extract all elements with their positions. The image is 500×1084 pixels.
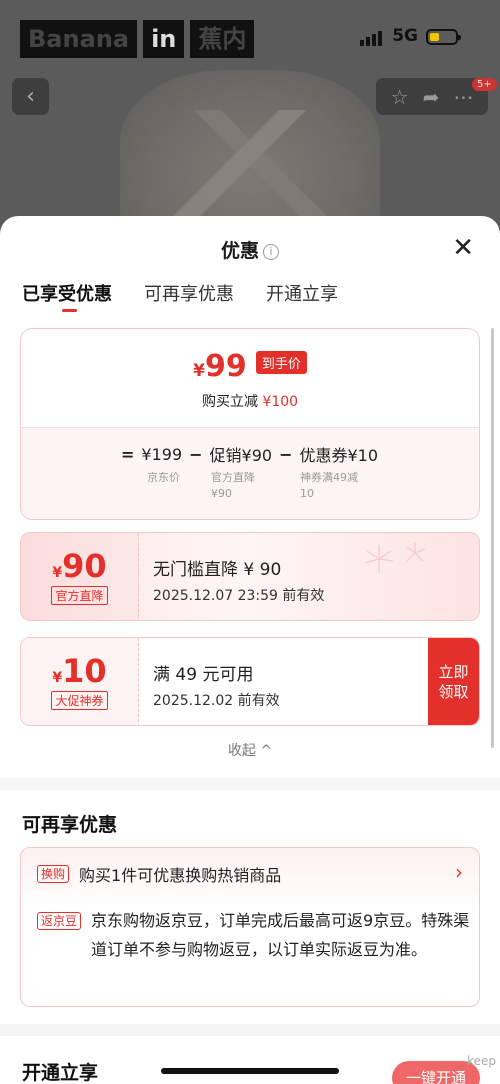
coupon-yen: ¥ (52, 565, 63, 581)
promo-discount: 促销¥90 (209, 446, 273, 465)
coupon-label: 神券满49减 10 (300, 471, 358, 500)
price-breakdown: = ¥199 − 促销¥90 − 优惠券¥10 京东价 官方直降 ¥90 神券满… (21, 427, 479, 519)
exchange-offer-text: 购买1件可优惠换购热销商品 (79, 866, 282, 885)
jingdou-offer-text: 京东购物返京豆，订单完成后最高可返9京豆。特殊渠道订单不参与购物返豆，以订单实际… (91, 911, 470, 959)
reduce-amount: ¥100 (262, 394, 299, 410)
final-price-tag: 到手价 (255, 351, 307, 374)
claim-coupon-button[interactable]: 立即 领取 (428, 638, 479, 725)
reduce-line: 购买立减 ¥100 (21, 391, 479, 411)
brand-logo: Banana in 蕉内 (20, 20, 255, 58)
tab-enjoyed[interactable]: 已享受优惠 (22, 280, 112, 312)
collapse-button[interactable]: 收起 ^ (0, 740, 500, 760)
coupon-amount-value: 90 (62, 547, 107, 585)
section-divider (0, 1024, 500, 1036)
coupon-card: ¥10 大促神券 满 49 元可用 2025.12.02 前有效 立即 领取 (20, 637, 480, 726)
signal-icon (360, 30, 382, 46)
coupon-title: 满 49 元可用 (153, 665, 254, 685)
tab-open[interactable]: 开通立享 (266, 280, 338, 306)
coupon-amount-box: ¥90 官方直降 (21, 533, 139, 620)
scrollbar[interactable] (491, 328, 494, 748)
jingdou-offer-row: 返京豆 京东购物返京豆，订单完成后最高可返9京豆。特殊渠道订单不参与购物返豆，以… (37, 911, 471, 964)
coupon-amount: ¥10 (21, 652, 138, 690)
exchange-tag: 换购 (37, 865, 70, 883)
more-offers-box: 换购 购买1件可优惠换购热销商品 › 返京豆 京东购物返京豆，订单完成后最高可返… (20, 847, 480, 1007)
coupon-card: ¥90 官方直降 无门槛直降 ¥ 90 2025.12.07 23:59 前有效 (20, 532, 480, 621)
tab-more[interactable]: 可再享优惠 (144, 280, 234, 306)
brand-logo-cn: 蕉内 (190, 20, 255, 58)
coupon-title: 无门槛直降 ¥ 90 (153, 560, 282, 580)
tab-bar: 已享受优惠 可再享优惠 开通立享 (22, 280, 338, 312)
equals-sign: = (121, 444, 135, 464)
sheet-title: 优惠 i (0, 236, 500, 263)
final-price-yen: ¥ (193, 361, 205, 381)
jingdou-tag: 返京豆 (37, 912, 82, 930)
message-badge: 5+ (472, 78, 497, 91)
network-label: 5G (392, 26, 418, 46)
chevron-right-icon[interactable]: › (455, 860, 463, 884)
coupon-yen: ¥ (52, 670, 63, 686)
section-divider (0, 778, 500, 790)
coupon-discount: 优惠券¥10 (299, 446, 379, 465)
base-price: ¥199 (141, 444, 183, 464)
reduce-label: 购买立减 (201, 394, 258, 410)
star-icon[interactable]: ☆ (391, 85, 409, 109)
product-image-fold (170, 110, 330, 220)
chevron-left-icon: ‹ (26, 84, 35, 109)
price-equation: = ¥199 − 促销¥90 − 优惠券¥10 (121, 442, 378, 466)
coupon-tag: 官方直降 (51, 586, 108, 605)
open-section-title: 开通立享 (22, 1062, 99, 1084)
price-summary-card: ¥99 到手价 购买立减 ¥100 = ¥199 − 促销¥90 − 优惠券¥1… (20, 328, 480, 520)
promo-label: 官方直降 ¥90 (211, 471, 255, 500)
more-section-title: 可再享优惠 (22, 814, 118, 836)
discount-sheet: 优惠 i ✕ 已享受优惠 可再享优惠 开通立享 ¥99 到手价 购买立减 ¥100… (0, 216, 500, 1084)
battery-icon (426, 29, 461, 45)
exchange-offer-row[interactable]: 换购 购买1件可优惠换购热销商品 (37, 862, 281, 886)
home-indicator[interactable] (161, 1068, 339, 1074)
status-bar: Banana in 蕉内 5G (0, 0, 500, 75)
coupon-amount: ¥90 (21, 547, 138, 585)
coupon-tag: 大促神券 (51, 691, 108, 710)
info-icon[interactable]: i (263, 244, 279, 260)
brand-logo-text: Banana (20, 20, 138, 58)
more-icon[interactable]: ⋯ (453, 85, 473, 109)
firework-icon (364, 543, 426, 573)
watermark: keep (467, 1054, 496, 1068)
base-price-label: 京东价 (147, 471, 180, 484)
minus-sign: − (189, 444, 203, 464)
coupon-amount-value: 10 (62, 652, 107, 690)
coupon-amount-box: ¥10 大促神券 (21, 638, 139, 725)
coupon-date: 2025.12.02 前有效 (153, 693, 280, 709)
close-icon[interactable]: ✕ (452, 235, 474, 261)
share-icon[interactable]: ➦ (423, 85, 440, 109)
back-button[interactable]: ‹ (12, 78, 49, 115)
final-price-value: 99 (204, 349, 247, 384)
coupon-date: 2025.12.07 23:59 前有效 (153, 588, 325, 604)
minus-sign: − (279, 444, 293, 464)
brand-logo-in: in (143, 20, 185, 58)
final-price: ¥99 到手价 (21, 349, 479, 384)
sheet-title-text: 优惠 (220, 240, 259, 262)
